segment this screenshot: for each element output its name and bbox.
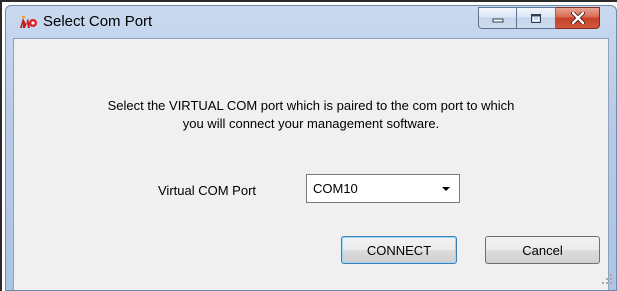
minimize-icon — [492, 18, 503, 23]
cancel-button[interactable]: Cancel — [485, 236, 600, 264]
connect-button[interactable]: CONNECT — [341, 236, 457, 264]
window-title: Select Com Port — [43, 13, 153, 30]
close-button[interactable] — [556, 7, 600, 29]
instruction-line-1: Select the VIRTUAL COM port which is pai… — [107, 98, 515, 113]
select-com-port-dialog: Select Com Port Select the VIRTUAL COM p… — [5, 5, 617, 291]
com-port-dropdown[interactable]: COM10 — [306, 174, 460, 203]
virtual-com-port-label: Virtual COM Port — [158, 183, 257, 198]
com-port-selected-value: COM10 — [313, 181, 358, 196]
maximize-button[interactable] — [517, 7, 556, 29]
resize-grip-icon[interactable] — [602, 274, 612, 284]
chevron-down-icon — [442, 187, 450, 191]
maximize-icon — [531, 13, 541, 23]
minimize-button[interactable] — [478, 7, 517, 29]
instruction-line-2: you will connect your management softwar… — [182, 116, 440, 131]
screen-edge-left — [0, 0, 2, 291]
close-icon — [570, 12, 585, 24]
app-logo-icon — [20, 16, 37, 28]
screen-edge-top — [0, 0, 617, 2]
caption-buttons — [478, 7, 600, 29]
instruction-message: Select the VIRTUAL COM port which is pai… — [14, 97, 608, 133]
title-bar[interactable]: Select Com Port — [6, 6, 616, 38]
